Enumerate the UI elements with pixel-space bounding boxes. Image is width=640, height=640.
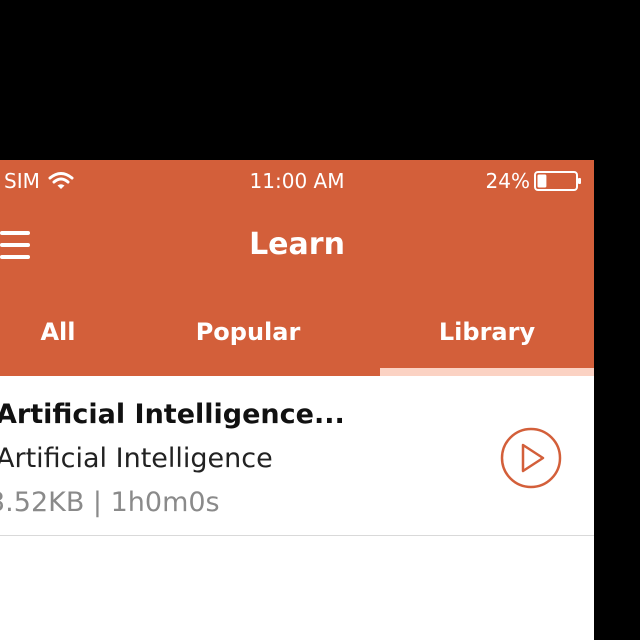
item-title: Artificial Intelligence... <box>0 399 345 430</box>
battery-fill <box>537 174 547 188</box>
app-screen: SIM 11:00 AM 24% Learn All Popular Libra… <box>0 160 594 640</box>
tab-popular-label: Popular <box>195 318 301 346</box>
status-bar: SIM 11:00 AM 24% <box>0 160 594 202</box>
play-icon[interactable] <box>500 427 562 489</box>
tab-all[interactable]: All <box>0 288 116 376</box>
tab-popular[interactable]: Popular <box>116 288 380 376</box>
item-subtitle: Artificial Intelligence <box>0 443 273 474</box>
page-title: Learn <box>249 227 345 262</box>
app-header: SIM 11:00 AM 24% Learn All Popular Libra… <box>0 160 594 376</box>
battery-percent: 24% <box>485 169 530 193</box>
item-meta: 3.52KB | 1h0m0s <box>0 487 220 518</box>
list-item[interactable]: Artificial Intelligence... Artificial In… <box>0 376 594 536</box>
tab-all-label: All <box>40 318 76 346</box>
active-tab-indicator <box>380 368 594 376</box>
nav-bar: Learn <box>0 202 594 288</box>
tab-library[interactable]: Library <box>380 288 594 376</box>
battery-icon <box>534 171 581 191</box>
status-battery-group: 24% <box>486 169 582 193</box>
tab-bar: All Popular Library <box>0 288 594 376</box>
tab-library-label: Library <box>438 318 536 346</box>
library-list: Artificial Intelligence... Artificial In… <box>0 376 594 536</box>
